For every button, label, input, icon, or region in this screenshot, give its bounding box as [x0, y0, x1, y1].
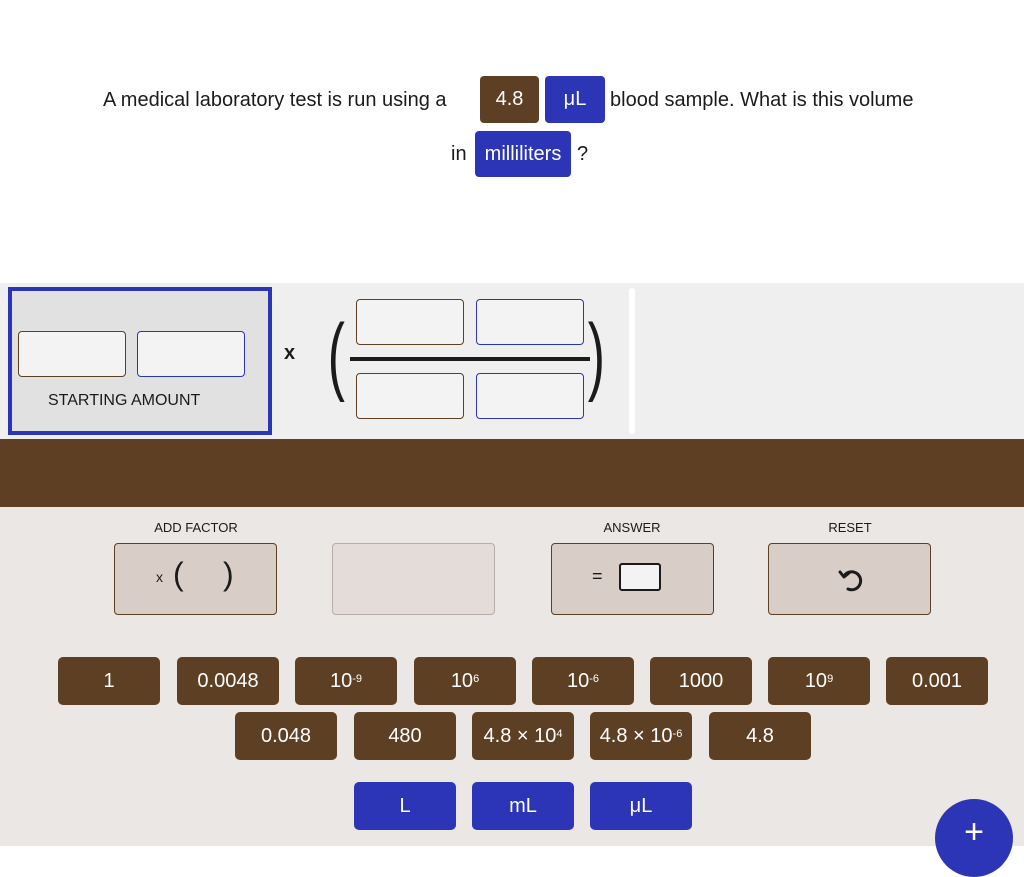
work-area-divider [629, 288, 635, 434]
tile-480[interactable]: 480 [354, 712, 456, 760]
denominator-unit-slot[interactable] [476, 373, 584, 419]
starting-amount-label: STARTING AMOUNT [48, 392, 201, 409]
question-text-part4: ? [577, 143, 589, 165]
tile-base: 10 [804, 669, 828, 692]
tile-0.001[interactable]: 0.001 [886, 657, 988, 705]
fraction-bar [350, 357, 590, 361]
multiply-sign: x [284, 342, 296, 364]
add-factor-label: ADD FACTOR [154, 520, 238, 535]
unit-tile-uL[interactable]: μL [590, 782, 692, 830]
tile-base: 480 [388, 724, 422, 747]
question-text-part1: A medical laboratory test is run using a [103, 89, 447, 111]
tile-base: 0.0048 [197, 669, 259, 692]
tile-base: 10 [450, 669, 474, 692]
open-parenthesis: ( [327, 307, 345, 403]
divider-band [0, 439, 1024, 507]
tile-10-6[interactable]: 10 6 [414, 657, 516, 705]
answer-box [619, 563, 661, 591]
tile-base: 10 [329, 669, 353, 692]
tile-4.8[interactable]: 4.8 [709, 712, 811, 760]
answer-equals: = [592, 566, 603, 586]
numerator-unit-slot[interactable] [476, 299, 584, 345]
tile-4.8e-6[interactable]: 4.8 × 10 -6 [590, 712, 692, 760]
question-text-part2: blood sample. What is this volume [610, 89, 914, 111]
given-value-chip: 4.8 [480, 76, 539, 123]
add-factor-times: x [156, 569, 163, 585]
tile-base: 0.048 [260, 724, 312, 747]
tile-10-neg6[interactable]: 10 -6 [532, 657, 634, 705]
tile-10-neg9[interactable]: 10 -9 [295, 657, 397, 705]
answer-button[interactable]: = [551, 543, 714, 615]
reset-icon [838, 570, 863, 592]
starting-amount-unit-slot[interactable] [137, 331, 245, 377]
unit-tile-mL[interactable]: mL [472, 782, 574, 830]
add-factor-open-paren: ( [173, 556, 184, 592]
tile-1[interactable]: 1 [58, 657, 160, 705]
numerator-value-slot[interactable] [356, 299, 464, 345]
denominator-value-slot[interactable] [356, 373, 464, 419]
tile-base: 0.001 [911, 669, 963, 692]
unit-tile-L[interactable]: L [354, 782, 456, 830]
answer-label: ANSWER [603, 520, 661, 535]
add-factor-close-paren: ) [223, 556, 234, 592]
tile-0.0048[interactable]: 0.0048 [177, 657, 279, 705]
plus-icon: + [964, 813, 984, 851]
tile-10-9[interactable]: 10 9 [768, 657, 870, 705]
target-unit-chip: milliliters [475, 131, 571, 177]
tile-base: 4.8 × 10 [483, 724, 557, 747]
starting-amount-value-slot[interactable] [18, 331, 126, 377]
tile-0.048[interactable]: 0.048 [235, 712, 337, 760]
add-button[interactable]: + [935, 799, 1013, 877]
add-factor-button[interactable]: x ( ) [114, 543, 277, 615]
tile-base: 1 [103, 669, 115, 692]
tile-1000[interactable]: 1000 [650, 657, 752, 705]
tile-base: 10 [566, 669, 590, 692]
question-text-part3: in [451, 143, 467, 165]
given-unit-chip: μL [545, 76, 605, 123]
tile-base: 4.8 [746, 724, 774, 747]
reset-label: RESET [828, 520, 872, 535]
tile-base: 1000 [678, 669, 724, 692]
reset-button[interactable] [768, 543, 931, 615]
tile-4.8e4[interactable]: 4.8 × 10 4 [472, 712, 574, 760]
empty-slot-button [332, 543, 495, 615]
tile-base: 4.8 × 10 [599, 724, 673, 747]
close-parenthesis: ) [587, 307, 605, 403]
